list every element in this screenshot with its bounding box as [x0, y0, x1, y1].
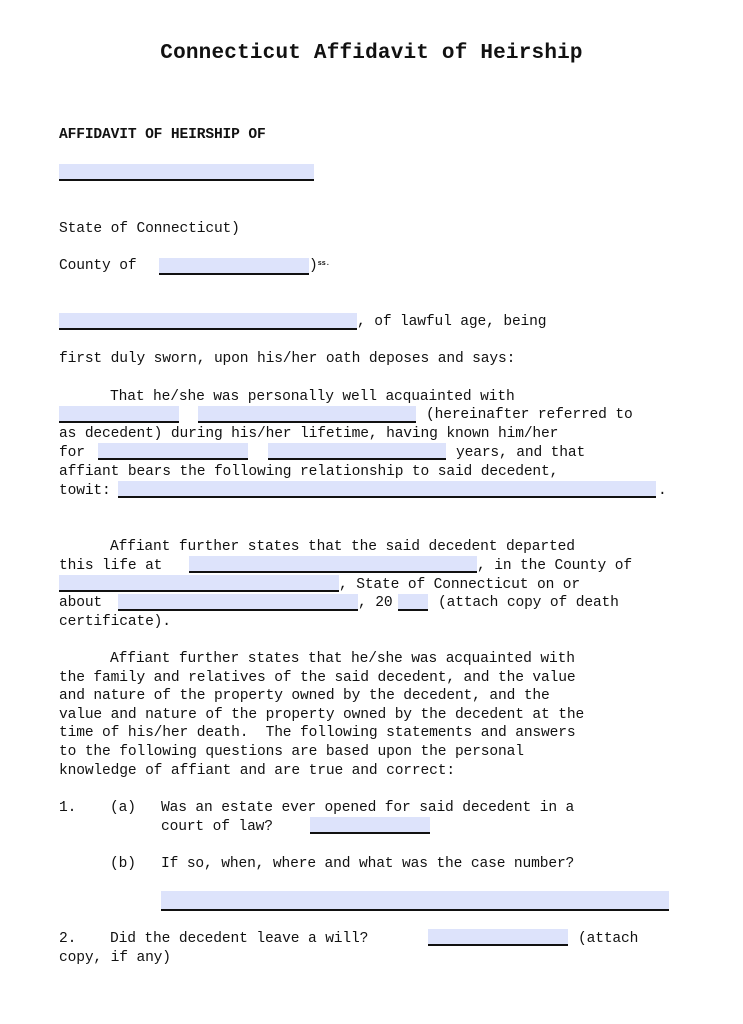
towit-label: towit:	[59, 483, 111, 499]
para3-line: time of his/her death. The following sta…	[59, 725, 576, 741]
decedent-name-field[interactable]	[59, 164, 314, 181]
death-place-field[interactable]	[189, 556, 477, 573]
county-of-text: , in the County of	[477, 558, 632, 574]
death-county-field[interactable]	[59, 575, 339, 592]
document-title: Connecticut Affidavit of Heirship	[160, 42, 583, 65]
sworn-text: first duly sworn, upon his/her oath depo…	[59, 351, 516, 367]
state-line: State of Connecticut)	[59, 221, 240, 237]
hereinafter-text: (hereinafter referred to	[426, 407, 633, 423]
q2-line2: copy, if any)	[59, 950, 171, 966]
known-for-field-1[interactable]	[98, 443, 248, 460]
known-for-field-2[interactable]	[268, 443, 446, 460]
state-ct-text: , State of Connecticut on or	[339, 577, 581, 593]
affidavit-heading: AFFIDAVIT OF HEIRSHIP OF	[59, 127, 266, 143]
years-text: years, and that	[456, 445, 586, 461]
q1b-label: (b)	[110, 856, 136, 872]
year-prefix: , 20	[358, 595, 393, 611]
relationship-field[interactable]	[118, 481, 656, 498]
towit-period: .	[658, 483, 667, 499]
para3-line: the family and relatives of the said dec…	[59, 670, 576, 686]
para3-line: knowledge of affiant and are true and co…	[59, 763, 455, 779]
decedent-first-field[interactable]	[59, 406, 179, 423]
q1b-text: If so, when, where and what was the case…	[161, 856, 575, 872]
ss-mark: ss.	[317, 260, 330, 268]
will-field[interactable]	[428, 929, 568, 946]
para1-line5: affiant bears the following relationship…	[59, 464, 559, 480]
life-at-label: this life at	[59, 558, 163, 574]
death-year-field[interactable]	[398, 594, 428, 611]
about-label: about	[59, 595, 103, 611]
county-field[interactable]	[159, 258, 309, 275]
para3-line: to the following questions are based upo…	[59, 744, 524, 760]
para1-line1: That he/she was personally well acquaint…	[110, 389, 515, 405]
death-date-field[interactable]	[118, 594, 358, 611]
county-label: County of	[59, 258, 146, 274]
attach-death-text: (attach copy of death	[438, 595, 619, 611]
q1a-line2: court of law?	[161, 819, 273, 835]
para2-line1: Affiant further states that the said dec…	[110, 539, 575, 555]
q1a-label: (a)	[110, 800, 136, 816]
para3-line: Affiant further states that he/she was a…	[110, 651, 575, 667]
para3-line: and nature of the property owned by the …	[59, 688, 550, 704]
affiant-name-field[interactable]	[59, 313, 357, 330]
lawful-age-text: , of lawful age, being	[357, 314, 547, 330]
para2-line5: certificate).	[59, 614, 171, 630]
q2-attach: (attach	[578, 931, 639, 947]
case-details-field[interactable]	[161, 891, 669, 911]
paren: )	[309, 258, 318, 274]
for-label: for	[59, 445, 85, 461]
county-suffix: )ss.	[309, 257, 330, 275]
q1-number: 1.	[59, 800, 77, 816]
para3-line: value and nature of the property owned b…	[59, 707, 585, 723]
estate-opened-field[interactable]	[310, 817, 430, 834]
q2-text: Did the decedent leave a will?	[110, 931, 369, 947]
decedent-last-field[interactable]	[198, 406, 416, 423]
q1a-line1: Was an estate ever opened for said deced…	[161, 800, 575, 816]
q2-number: 2.	[59, 931, 77, 947]
para1-line3: as decedent) during his/her lifetime, ha…	[59, 426, 559, 442]
